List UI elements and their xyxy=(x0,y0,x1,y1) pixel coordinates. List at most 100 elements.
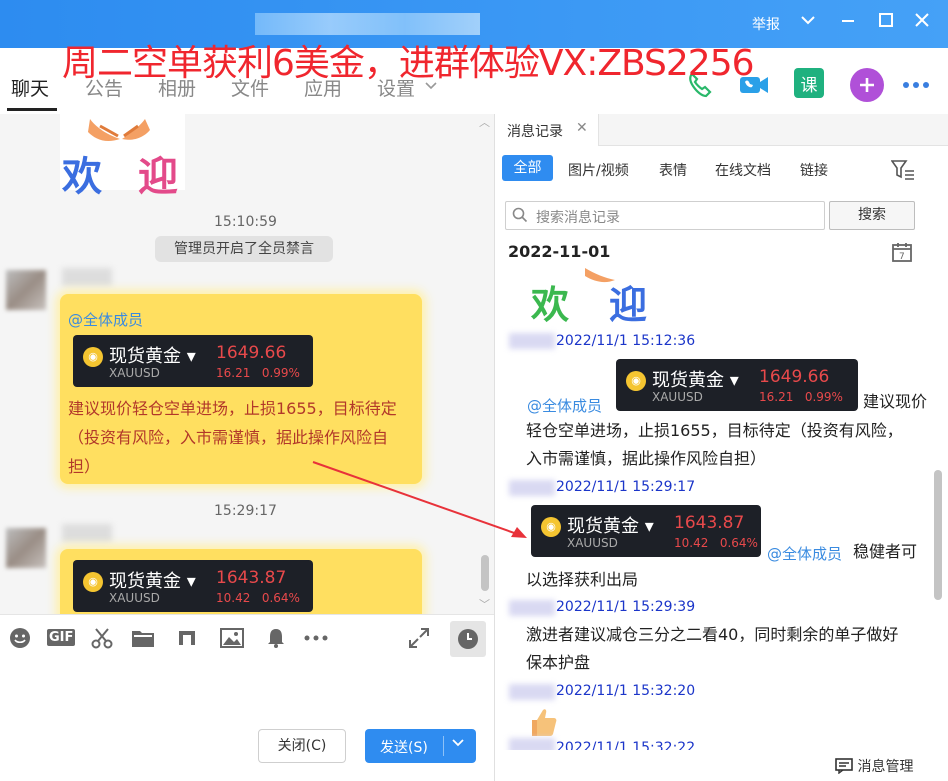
welcome-char-2: 迎 xyxy=(609,283,648,327)
message-time: 2022/11/1 15:32:20 xyxy=(556,683,696,699)
quote-change: 16.21 0.99% xyxy=(216,366,300,380)
message-text: 轻仓空单进场，止损1655，目标待定（投资有风险， 入市需谨慎，据此操作风险自担… xyxy=(526,421,903,468)
welcome-char-1: 欢 xyxy=(62,154,102,200)
gold-quote-card[interactable]: ◉ 现货黄金 ▾ XAUUSD 1643.87 10.42 0.64% xyxy=(73,560,313,612)
welcome-char-1: 欢 xyxy=(531,283,570,327)
history-list[interactable]: 欢 迎 2022/11/1 15:12:36 @全体成员 ◉ 现货黄金 ▾ XA… xyxy=(495,236,948,750)
active-tab-indicator xyxy=(7,108,57,111)
message-text: 稳健者可 xyxy=(853,542,918,561)
filter-icon[interactable] xyxy=(890,159,915,185)
add-icon[interactable] xyxy=(850,68,884,102)
quote-change: 10.42 0.64% xyxy=(674,536,758,550)
maximize-icon[interactable] xyxy=(878,12,894,32)
search-icon xyxy=(512,207,528,227)
more-icon[interactable] xyxy=(899,68,933,102)
message-time: 2022/11/1 15:29:39 xyxy=(556,599,696,615)
send-separator xyxy=(443,736,444,756)
compose-toolbar: GIF xyxy=(0,614,494,664)
image-icon[interactable] xyxy=(220,627,244,654)
send-options-chevron-icon[interactable] xyxy=(451,735,465,753)
gold-quote-card[interactable]: ◉ 现货黄金 ▾ XAUUSD 1649.66 16.21 0.99% xyxy=(73,335,313,387)
message-time: 2022/11/1 15:12:36 xyxy=(556,333,696,349)
history-tab[interactable]: 消息记录 ✕ xyxy=(495,114,599,146)
chat-messages-area[interactable]: 欢 迎 15:10:59 管理员开启了全员禁言 @全体成员 ◉ 现货黄金 ▾ X… xyxy=(0,114,494,614)
avatar[interactable] xyxy=(6,528,46,568)
chat-scrollbar[interactable] xyxy=(481,555,489,591)
message-input[interactable] xyxy=(0,664,494,781)
quote-price: 1649.66 xyxy=(759,367,830,387)
filter-all[interactable]: 全部 xyxy=(502,155,553,181)
gold-quote-card[interactable]: ◉ 现货黄金 ▾ XAUUSD 1649.66 16.21 0.99% xyxy=(616,359,858,411)
scroll-down-icon[interactable]: ﹀ xyxy=(479,596,490,612)
quote-name: 现货黄金 ▾ xyxy=(652,370,739,391)
close-button[interactable]: 关闭(C) xyxy=(258,729,346,763)
message-manage-button[interactable]: 消息管理 xyxy=(835,756,913,776)
gold-coin-icon: ◉ xyxy=(83,572,103,592)
quote-code: XAUUSD xyxy=(652,390,703,404)
chevron-down-icon[interactable] xyxy=(800,12,816,32)
scissors-icon[interactable] xyxy=(91,627,113,654)
quote-price: 1643.87 xyxy=(674,513,745,533)
sender-name-blurred[interactable] xyxy=(62,268,112,286)
mention-all[interactable]: @全体成员 xyxy=(767,543,842,564)
filter-media[interactable]: 图片/视频 xyxy=(568,160,629,180)
close-icon[interactable] xyxy=(914,12,930,32)
welcome-sticker: 欢 迎 xyxy=(60,114,185,200)
sender-name-blurred[interactable] xyxy=(509,600,555,616)
folder-icon[interactable] xyxy=(131,627,155,654)
message-time: 2022/11/1 15:32:22 xyxy=(556,740,696,750)
quote-name: 现货黄金 ▾ xyxy=(567,516,654,537)
gold-coin-icon: ◉ xyxy=(541,517,561,537)
filter-links[interactable]: 链接 xyxy=(800,160,828,180)
history-scrollbar[interactable] xyxy=(934,470,942,600)
welcome-sticker: 欢 迎 xyxy=(525,266,655,327)
course-button[interactable]: 课 xyxy=(794,68,824,98)
history-search-button[interactable]: 搜索 xyxy=(829,201,915,230)
send-button[interactable]: 发送(S) xyxy=(365,729,476,763)
close-tab-icon[interactable]: ✕ xyxy=(576,120,588,136)
quote-price: 1643.87 xyxy=(216,568,287,588)
sender-name-blurred[interactable] xyxy=(509,333,555,349)
message-bubble[interactable]: ◉ 现货黄金 ▾ XAUUSD 1643.87 10.42 0.64% xyxy=(60,549,422,614)
gif-icon[interactable]: GIF xyxy=(47,629,76,646)
quote-price: 1649.66 xyxy=(216,343,287,363)
thumbs-up-icon xyxy=(528,706,558,742)
welcome-char-2: 迎 xyxy=(138,154,178,200)
scroll-up-icon[interactable]: ︿ xyxy=(479,114,490,130)
mention-all[interactable]: @全体成员 xyxy=(527,395,602,416)
quote-code: XAUUSD xyxy=(109,366,160,380)
message-text: 建议现价轻仓空单进场，止损1655，目标待定 （投资有风险，入市需谨慎，据此操作… xyxy=(68,399,397,476)
more-tools-icon[interactable] xyxy=(303,627,329,654)
gold-coin-icon: ◉ xyxy=(83,347,103,367)
gold-quote-card[interactable]: ◉ 现货黄金 ▾ XAUUSD 1643.87 10.42 0.64% xyxy=(531,505,761,557)
expand-icon[interactable] xyxy=(408,627,430,654)
filter-docs[interactable]: 在线文档 xyxy=(715,160,771,180)
history-clock-icon[interactable] xyxy=(450,621,486,657)
bell-icon[interactable] xyxy=(265,627,287,654)
quote-change: 10.42 0.64% xyxy=(216,591,300,605)
sender-name-blurred[interactable] xyxy=(509,684,555,700)
mention-all[interactable]: @全体成员 xyxy=(68,309,143,330)
message-bubble[interactable]: @全体成员 ◉ 现货黄金 ▾ XAUUSD 1649.66 16.21 0.99… xyxy=(60,294,422,484)
timestamp: 15:10:59 xyxy=(214,214,277,230)
report-button[interactable]: 举报 xyxy=(752,14,780,34)
history-search-input[interactable]: 搜索消息记录 xyxy=(505,201,825,230)
message-time: 2022/11/1 15:29:17 xyxy=(556,479,696,495)
sender-name-blurred[interactable] xyxy=(62,524,112,542)
filter-stickers[interactable]: 表情 xyxy=(659,160,687,180)
history-footer: 消息管理 xyxy=(495,750,948,781)
sender-name-blurred[interactable] xyxy=(509,738,555,750)
music-icon[interactable] xyxy=(176,627,198,654)
minimize-icon[interactable] xyxy=(840,12,856,32)
quote-change: 16.21 0.99% xyxy=(759,390,843,404)
sender-name-blurred[interactable] xyxy=(509,480,555,496)
history-panel-header: 消息记录 ✕ xyxy=(495,114,948,146)
emoji-icon[interactable] xyxy=(9,627,31,654)
quote-name: 现货黄金 ▾ xyxy=(109,571,196,592)
message-text: 激进者建议减仓三分之二看40，同时剩余的单子做好 保本护盘 xyxy=(526,625,899,672)
avatar[interactable] xyxy=(6,270,46,310)
quote-code: XAUUSD xyxy=(109,591,160,605)
tab-chat[interactable]: 聊天 xyxy=(11,74,49,101)
history-filters: 全部 图片/视频 表情 在线文档 链接 xyxy=(495,146,948,192)
timestamp: 15:29:17 xyxy=(214,503,277,519)
